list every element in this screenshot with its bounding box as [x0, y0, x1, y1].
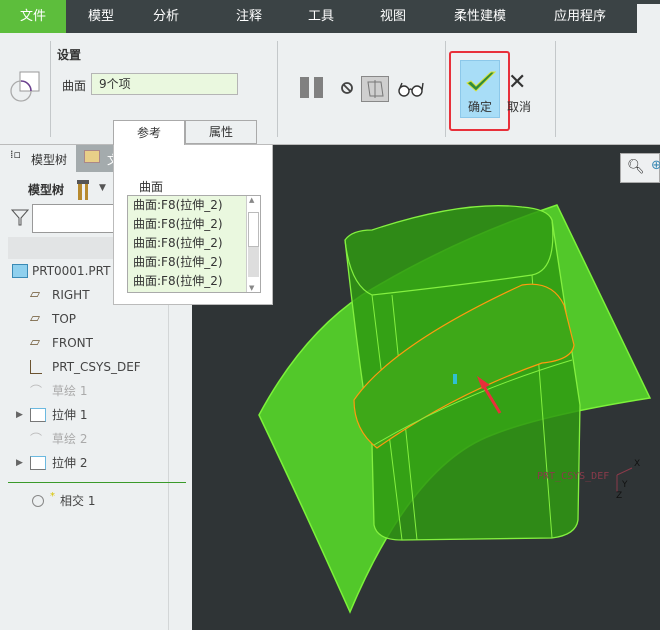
- tab-active-partial[interactable]: [637, 4, 660, 33]
- ribbon-tab-bar: 文件 模型 分析 注释 工具 视图 柔性建模 应用程序: [0, 0, 660, 33]
- expand-arrow-icon[interactable]: ▶: [16, 452, 23, 474]
- tree-item-extrude-2[interactable]: ▶ 拉伸 2: [0, 452, 190, 474]
- tree-item-sketch-1[interactable]: ⌒ 草绘 1: [0, 380, 190, 402]
- checkmark-icon: [466, 71, 497, 92]
- surface-label: 曲面: [62, 79, 87, 93]
- intersect-icon: [32, 495, 44, 507]
- references-panel: 曲面 曲面:F8(拉伸_2) 曲面:F8(拉伸_2) 曲面:F8(拉伸_2) 曲…: [113, 145, 273, 305]
- tab-flexible-modeling[interactable]: 柔性建模: [440, 0, 520, 33]
- model-tree-label: 模型树: [28, 183, 65, 197]
- axis-y-label: Y: [621, 480, 628, 490]
- scrollbar-thumb[interactable]: [248, 212, 259, 247]
- datum-plane-icon: ▱: [30, 287, 40, 302]
- intersect-icon: [10, 71, 40, 102]
- pause-icon[interactable]: [300, 77, 309, 98]
- tree-item-top[interactable]: ▱ TOP: [0, 308, 190, 330]
- ok-label: 确定: [467, 100, 492, 114]
- scroll-up-icon[interactable]: ▲: [249, 196, 254, 204]
- list-item[interactable]: 曲面:F8(拉伸_2): [128, 215, 260, 234]
- no-preview-icon[interactable]: [340, 81, 354, 95]
- sketch-icon: ⌒: [30, 384, 43, 398]
- chevron-down-icon[interactable]: ▼: [99, 183, 106, 193]
- list-item[interactable]: 曲面:F8(拉伸_2): [128, 272, 260, 291]
- list-item[interactable]: 曲面:F8(拉伸_2): [128, 196, 260, 215]
- list-item[interactable]: 曲面:F8(拉伸_2): [128, 253, 260, 272]
- ribbon: 设置 曲面 9个项 参考 属性 确定 ✕ 取消: [0, 33, 660, 145]
- surface-collector-field[interactable]: 9个项: [91, 73, 238, 95]
- part-icon: [12, 264, 28, 278]
- tab-annotate[interactable]: 注释: [218, 0, 280, 33]
- extrude-icon: [30, 456, 46, 470]
- tab-view[interactable]: 视图: [362, 0, 424, 33]
- axis-z-label: Z: [616, 491, 622, 501]
- tab-folder-browser[interactable]: 文: [76, 145, 119, 172]
- tab-model[interactable]: 模型: [70, 0, 132, 33]
- tree-item-csys[interactable]: PRT_CSYS_DEF: [0, 356, 190, 378]
- tree-item-front[interactable]: ▱ FRONT: [0, 332, 190, 354]
- tab-file[interactable]: 文件: [0, 0, 66, 33]
- insert-indicator-line: [8, 482, 186, 483]
- tab-analysis[interactable]: 分析: [135, 0, 197, 33]
- axis-x-label: X: [634, 459, 640, 469]
- filter-icon[interactable]: [11, 208, 29, 226]
- list-item[interactable]: 曲面:F8(拉伸_2): [128, 234, 260, 253]
- list-scrollbar[interactable]: ▲ ▼: [246, 196, 260, 292]
- tab-references[interactable]: 参考: [113, 120, 185, 145]
- csys-label: PRT_CSYS_DEF: [537, 471, 609, 482]
- tree-search-input[interactable]: [32, 204, 114, 233]
- tab-properties[interactable]: 属性: [185, 120, 257, 144]
- csys-icon: [30, 360, 42, 374]
- scroll-down-icon[interactable]: ▼: [249, 284, 254, 292]
- datum-plane-icon: ▱: [30, 311, 40, 326]
- verify-preview-icon[interactable]: [361, 76, 389, 102]
- cancel-button[interactable]: 取消: [507, 98, 531, 115]
- extrude-icon: [30, 408, 46, 422]
- datum-plane-icon: ▱: [30, 335, 40, 350]
- tree-item-extrude-1[interactable]: ▶ 拉伸 1: [0, 404, 190, 426]
- tab-applications[interactable]: 应用程序: [540, 0, 620, 33]
- surface-list[interactable]: 曲面:F8(拉伸_2) 曲面:F8(拉伸_2) 曲面:F8(拉伸_2) 曲面:F…: [127, 195, 261, 293]
- expand-arrow-icon[interactable]: ▶: [16, 404, 23, 426]
- cancel-icon[interactable]: ✕: [508, 72, 526, 94]
- ok-button[interactable]: 确定: [460, 60, 500, 118]
- csys-marker: [453, 374, 457, 384]
- tab-tools[interactable]: 工具: [290, 0, 352, 33]
- tree-item-sketch-2[interactable]: ⌒ 草绘 2: [0, 428, 190, 450]
- tree-structure-icon: ⁞▫: [10, 148, 21, 161]
- settings-title: 设置: [57, 48, 82, 62]
- sketch-icon: ⌒: [30, 432, 43, 446]
- folder-icon: [84, 150, 100, 163]
- surfaces-label: 曲面: [139, 180, 164, 194]
- settings-tools-icon[interactable]: [75, 180, 91, 200]
- glasses-icon[interactable]: [397, 81, 425, 97]
- tree-item-intersect-1[interactable]: * 相交 1: [0, 490, 190, 512]
- tab-model-tree[interactable]: ⁞▫ 模型树: [0, 145, 76, 172]
